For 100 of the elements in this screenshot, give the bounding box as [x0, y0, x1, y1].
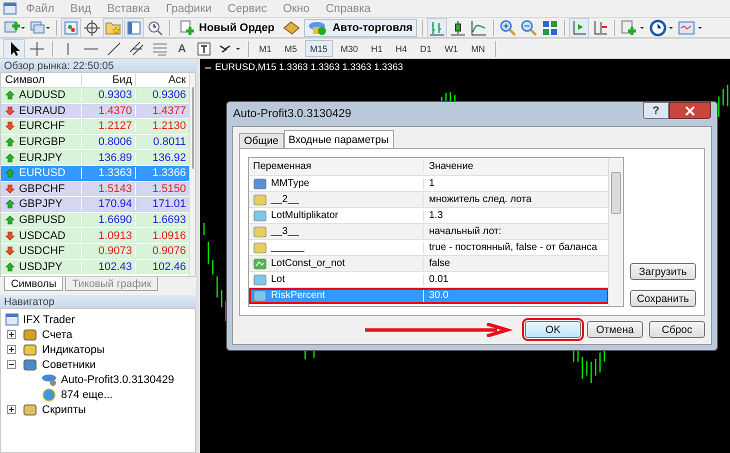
clock-icon[interactable]: [648, 18, 675, 36]
expander-icon[interactable]: [7, 345, 16, 354]
parameter-row[interactable]: __3__ начальный лот:: [249, 224, 609, 240]
candlestick-icon[interactable]: [448, 18, 467, 36]
parameter-row[interactable]: ______ true - постоянный, false - от баланса: [249, 240, 609, 256]
timeframe-button[interactable]: M1: [254, 40, 276, 57]
parameter-name: LotConst_or_not: [271, 258, 345, 269]
scrollbar[interactable]: [608, 158, 623, 306]
parameter-row[interactable]: MMType 1: [249, 176, 609, 192]
dialog-button[interactable]: Сохранить: [630, 290, 696, 307]
auto-trading-button[interactable]: Авто-торговля: [304, 18, 417, 36]
dialog-button[interactable]: OK: [525, 321, 581, 338]
bid-price: 0.9073: [81, 245, 135, 258]
parameter-value: 1: [428, 178, 436, 189]
symbol-row[interactable]: GBPUSD 1.6690 1.6693: [1, 212, 189, 228]
expander-icon[interactable]: [7, 330, 16, 339]
symbol-row[interactable]: USDJPY 102.43 102.46: [1, 260, 189, 276]
bar-chart-icon[interactable]: [428, 18, 446, 36]
parameter-value: 0.01: [428, 274, 450, 285]
symbol-row[interactable]: USDCAD 1.0913 1.0916: [1, 228, 189, 244]
symbol-row[interactable]: GBPJPY 170.94 171.01: [1, 197, 189, 213]
timeframe-button[interactable]: MN: [466, 40, 490, 57]
template-icon[interactable]: [678, 18, 704, 36]
auto-scroll-icon[interactable]: [570, 18, 588, 36]
tree-item[interactable]: Советники: [42, 358, 96, 370]
bid-price: 0.8006: [81, 136, 135, 148]
new-chart-icon[interactable]: [4, 20, 26, 36]
expander-icon[interactable]: [7, 405, 16, 414]
column-header[interactable]: Переменная: [249, 161, 424, 172]
timeframe-button[interactable]: H1: [366, 40, 388, 57]
crosshair-icon[interactable]: [27, 40, 47, 58]
parameter-name: ______: [271, 242, 304, 253]
app-icon: [3, 2, 17, 15]
parameter-row[interactable]: LotMultiplikator 1.3: [249, 208, 609, 224]
parameter-name: Lot: [271, 274, 285, 285]
globe-icon: [41, 388, 57, 402]
parameter-value: 30.0: [428, 290, 450, 301]
symbol-name: EURJPY: [19, 152, 62, 164]
line-chart-icon[interactable]: [470, 18, 488, 36]
tree-item[interactable]: Auto-Profit3.0.3130429: [61, 374, 174, 386]
symbol-row[interactable]: EURAUD 1.4370 1.4377: [1, 104, 189, 120]
profiles-icon[interactable]: [29, 20, 51, 36]
symbol-name: EURUSD: [19, 167, 66, 180]
panel-title: Навигатор: [0, 295, 196, 308]
parameter-name: MMType: [271, 178, 310, 189]
expander-icon[interactable]: [7, 360, 16, 369]
tree-item[interactable]: Скрипты: [42, 404, 86, 416]
timeframe-button[interactable]: W1: [440, 40, 464, 57]
timeframe-button[interactable]: M15: [304, 40, 332, 57]
symbol-row[interactable]: EURGBP 0.8006 0.8011: [1, 134, 189, 150]
symbol-name: EURGBP: [19, 136, 66, 148]
scrollbar[interactable]: [189, 73, 195, 276]
parameter-name: RiskPercent: [271, 290, 325, 301]
parameter-row[interactable]: __2__ множитель след. лота: [249, 192, 609, 208]
text-tool[interactable]: A: [173, 42, 191, 54]
window-icon[interactable]: [125, 18, 143, 36]
clock-magnifier-icon[interactable]: [146, 18, 164, 36]
zoom-out-icon[interactable]: [520, 18, 538, 36]
dialog-button[interactable]: Загрузить: [630, 263, 696, 280]
tree-item[interactable]: IFX Trader: [23, 314, 75, 326]
parameter-row[interactable]: Lot 0.01: [249, 272, 609, 288]
bid-price: 1.6690: [81, 214, 135, 226]
tree-item[interactable]: Индикаторы: [42, 344, 105, 356]
symbol-row[interactable]: USDCHF 0.9073 0.9076: [1, 244, 189, 260]
bid-price: 1.4370: [81, 104, 135, 117]
symbol-name: GBPJPY: [19, 198, 62, 210]
symbol-name: GBPUSD: [19, 214, 66, 226]
symbol-row[interactable]: AUDUSD 0.9303 0.9306: [1, 88, 189, 104]
column-header[interactable]: Бид: [81, 74, 135, 86]
symbol-row[interactable]: EURJPY 136.89 136.92: [1, 150, 189, 166]
tab[interactable]: Символы: [4, 277, 64, 291]
zoom-in-icon[interactable]: [498, 18, 517, 36]
timeframe-button[interactable]: D1: [415, 40, 437, 57]
parameter-value: начальный лот:: [428, 226, 502, 237]
timeframe-button[interactable]: H4: [390, 40, 412, 57]
cursor-icon[interactable]: [4, 40, 24, 58]
column-header[interactable]: Символ: [1, 74, 81, 86]
bid-price: 136.89: [81, 152, 135, 164]
new-document-icon[interactable]: [620, 18, 646, 36]
tab[interactable]: Входные параметры: [284, 130, 394, 148]
timeframe-button[interactable]: M5: [279, 40, 302, 57]
crosshair-icon[interactable]: [83, 18, 101, 36]
tree-item[interactable]: 874 еще...: [61, 388, 113, 400]
tile-windows-icon[interactable]: [540, 18, 559, 36]
parameter-value: множитель след. лота: [428, 194, 533, 205]
bid-price: 1.3363: [81, 167, 135, 180]
symbol-row[interactable]: EURCHF 1.2127 1.2130: [1, 119, 189, 135]
timeframe-button[interactable]: M30: [336, 40, 364, 57]
new-order-button[interactable]: Новый Ордер: [175, 18, 278, 36]
dialog-button[interactable]: Отмена: [587, 321, 643, 338]
close-button[interactable]: [669, 102, 711, 119]
tab[interactable]: Общие: [239, 133, 284, 148]
parameter-row[interactable]: LotConst_or_not false: [249, 256, 609, 272]
help-button[interactable]: ?: [643, 102, 669, 119]
symbol-row[interactable]: GBPCHF 1.5143 1.5150: [1, 182, 189, 198]
market-watch-icon[interactable]: [62, 18, 80, 36]
dialog-button[interactable]: Сброс: [649, 321, 705, 338]
symbol-name: USDCAD: [19, 230, 66, 242]
column-header[interactable]: Значение: [424, 161, 609, 172]
tree-item[interactable]: Счета: [42, 328, 72, 340]
